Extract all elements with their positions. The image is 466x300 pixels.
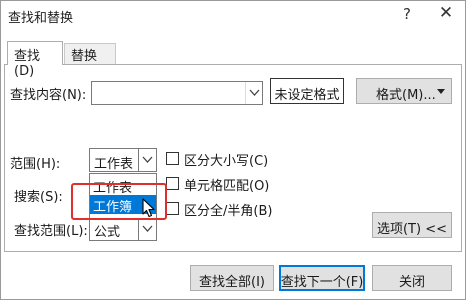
- format-button-label: 格式(M)...: [376, 88, 436, 103]
- close-window-button[interactable]: ✕: [434, 3, 458, 27]
- look-in-value: 公式: [94, 225, 121, 240]
- mouse-pointer-icon: [142, 198, 155, 218]
- find-replace-dialog: 查找和替换 ? ✕ 查找(D) 替换(P) 查找内容(N): 未设定格式 格式(…: [0, 0, 466, 300]
- tab-replace[interactable]: 替换(P): [64, 43, 116, 79]
- find-all-button[interactable]: 查找全部(I): [190, 265, 274, 291]
- title-bar: 查找和替换 ? ✕: [1, 1, 465, 31]
- match-byte-checkbox[interactable]: 区分全/半角(B): [166, 200, 276, 219]
- chevron-down-icon: [142, 156, 153, 163]
- checkbox-label: 区分全/半角(B): [184, 204, 273, 219]
- find-next-button[interactable]: 查找下一个(F): [279, 265, 365, 291]
- checkbox-label: 区分大小写(C): [184, 154, 269, 169]
- within-value: 工作表: [94, 157, 134, 172]
- match-case-checkbox[interactable]: 区分大小写(C): [166, 150, 276, 169]
- find-what-input[interactable]: [91, 81, 263, 105]
- format-preview-button[interactable]: 未设定格式: [270, 78, 344, 104]
- window-title: 查找和替换: [8, 11, 74, 26]
- look-in-dropdown-button[interactable]: [138, 218, 156, 240]
- look-in-select[interactable]: 公式: [89, 217, 157, 241]
- within-select[interactable]: 工作表: [89, 148, 157, 172]
- caret-down-icon: [437, 89, 445, 94]
- format-button[interactable]: 格式(M)...: [356, 78, 452, 104]
- look-in-label: 查找范围(L):: [14, 224, 88, 239]
- checkbox-box: [166, 152, 179, 165]
- chevron-down-icon: [142, 225, 153, 232]
- search-label: 搜索(S):: [14, 190, 63, 205]
- within-label: 范围(H):: [10, 157, 61, 172]
- match-entire-cell-checkbox[interactable]: 单元格匹配(O): [166, 175, 276, 194]
- checkbox-box: [166, 202, 179, 215]
- checkbox-label: 单元格匹配(O): [184, 179, 270, 194]
- find-what-label: 查找内容(N):: [10, 88, 87, 103]
- help-button[interactable]: ?: [395, 5, 419, 27]
- tab-find[interactable]: 查找(D): [7, 41, 63, 79]
- find-what-dropdown-button[interactable]: [245, 82, 262, 104]
- close-button[interactable]: 关闭: [372, 265, 452, 291]
- options-toggle-button[interactable]: 选项(T) <<: [372, 212, 452, 238]
- chevron-down-icon: [249, 89, 260, 96]
- checkbox-box: [166, 177, 179, 190]
- within-dropdown-button[interactable]: [138, 149, 156, 171]
